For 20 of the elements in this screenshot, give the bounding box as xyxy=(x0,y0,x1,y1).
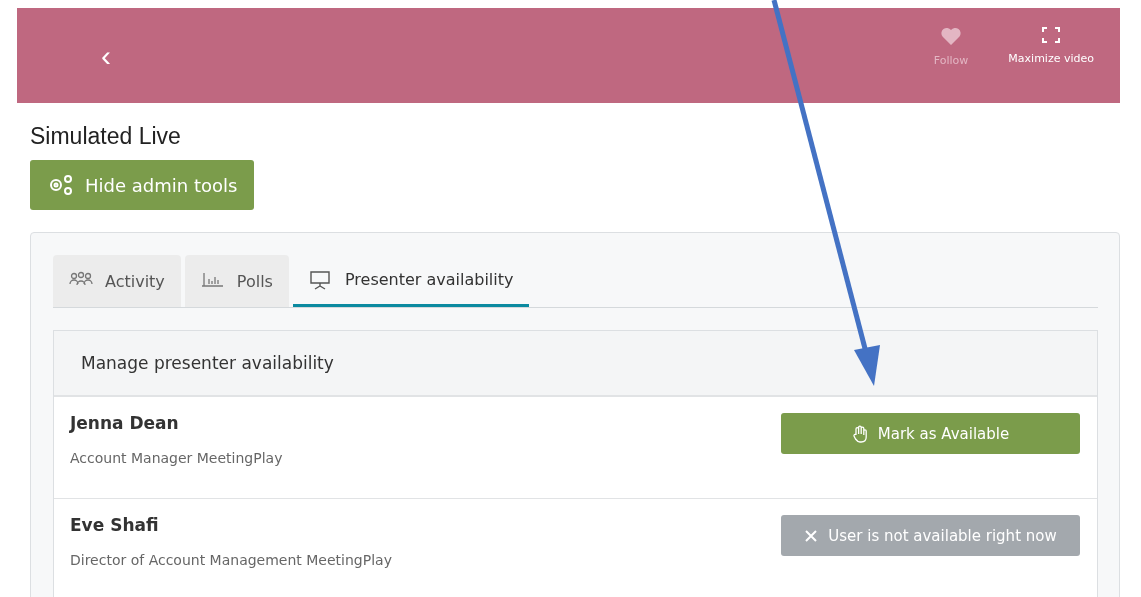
hand-icon xyxy=(851,424,868,443)
heart-icon xyxy=(940,26,963,46)
tab[interactable]: Activity xyxy=(53,255,181,307)
presenter-name: Eve Shafi xyxy=(70,515,160,535)
tab[interactable]: Polls xyxy=(184,255,289,307)
maximize-button[interactable]: Maximize video xyxy=(1008,26,1094,67)
back-button[interactable]: ‹ xyxy=(95,40,117,71)
hide-admin-tools-button[interactable]: Hide admin tools xyxy=(30,160,255,210)
close-icon xyxy=(804,528,819,543)
presenter-role: Account Manager MeetingPlay xyxy=(70,450,283,466)
maximize-icon xyxy=(1041,26,1062,44)
mark-available-button[interactable]: Mark as Available xyxy=(781,413,1080,454)
presentation-board-icon xyxy=(308,269,333,290)
presenter-name: Jenna Dean xyxy=(70,413,180,433)
presenter-role: Director of Account Management MeetingPlay xyxy=(70,552,392,568)
card-title: Manage presenter availability xyxy=(81,353,334,373)
page-title: Simulated Live xyxy=(30,123,182,150)
tab[interactable]: Presenter availability xyxy=(292,255,530,307)
gears-icon xyxy=(47,173,75,197)
not-available-button[interactable]: User is not available right now xyxy=(781,515,1080,556)
